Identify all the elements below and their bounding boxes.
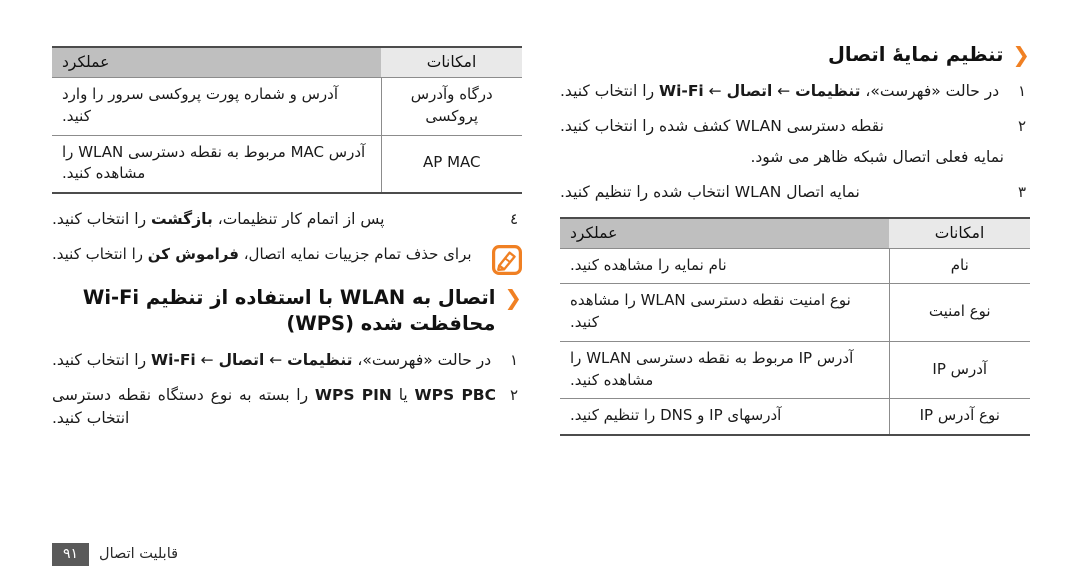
cell-function: نوع امنیت نقطه دسترسی WLAN را مشاهده کنی… <box>560 283 889 342</box>
step-item: ١ در حالت «فهرست»، تنظیمات ← اتصال ← Wi-… <box>560 80 1030 103</box>
step-number: ١ <box>1017 81 1027 100</box>
cell-function: آدرس MAC مربوط به نقطه دسترسی WLAN را مش… <box>52 135 381 194</box>
step-item: ٣ نمایه اتصال WLAN انتخاب شده را تنظیم ک… <box>560 181 1030 204</box>
chevron-left-icon: ❮ <box>504 286 522 311</box>
step-number: ٢ <box>509 385 519 404</box>
chevron-left-icon: ❮ <box>1012 43 1030 67</box>
left-column: امکانات عملکرد درگاه وآدرس پروکسی آدرس و… <box>52 42 522 442</box>
table-body: نام نام نمایه را مشاهده کنید. نوع امنیت … <box>560 248 1030 437</box>
step-text: در حالت «فهرست»، تنظیمات ← اتصال ← Wi-Fi… <box>560 81 1000 100</box>
step-number: ٤ <box>509 210 519 228</box>
page-number-badge: ٩١ <box>52 542 90 566</box>
step-item: ٤ پس از اتمام کار تنظیمات، بازگشت را انت… <box>52 208 522 231</box>
step-text: WPS PBC یا WPS PIN را بسته به نوع دستگاه… <box>52 385 496 428</box>
table-header-row: امکانات عملکرد <box>52 46 522 78</box>
cell-feature: نام <box>888 248 1030 285</box>
section-heading-text: تنظیم نمایهٔ اتصال <box>827 43 1004 66</box>
section-heading-wps: ❮ اتصال به WLAN با استفاده از تنظیم Wi-F… <box>52 285 522 336</box>
step-note-text: نمایه فعلی اتصال شبکه ظاهر می شود. <box>750 148 1004 167</box>
cell-feature: نوع امنیت <box>888 283 1030 342</box>
step-item: ١ در حالت «فهرست»، تنظیمات ← اتصال ← Wi-… <box>52 349 522 372</box>
table-row: نوع آدرس IP آدرسهای IP و DNS را تنظیم کن… <box>560 398 1030 437</box>
step-text: نقطه دسترسی WLAN کشف شده را انتخاب کنید. <box>560 116 884 135</box>
step-item: ٢ نقطه دسترسی WLAN کشف شده را انتخاب کنی… <box>560 115 1030 138</box>
cell-function: نام نمایه را مشاهده کنید. <box>560 248 889 285</box>
step-item: ٢ WPS PBC یا WPS PIN را بسته به نوع دستگ… <box>52 384 522 431</box>
footer-chapter-label: قابلیت اتصال <box>99 546 179 563</box>
table-header-row: امکانات عملکرد <box>560 216 1030 249</box>
right-column: ❮ تنظیم نمایهٔ اتصال ١ در حالت «فهرست»، … <box>560 42 1030 450</box>
table-header: امکانات عملکرد <box>52 46 522 78</box>
note-text: برای حذف تمام جزییات نمایه اتصال، فراموش… <box>52 245 472 264</box>
table-row: نام نام نمایه را مشاهده کنید. <box>560 248 1030 285</box>
step-text: در حالت «فهرست»، تنظیمات ← اتصال ← Wi-Fi… <box>52 350 492 369</box>
cell-feature: آدرس IP <box>888 341 1030 400</box>
table-body: درگاه وآدرس پروکسی آدرس و شماره پورت پرو… <box>52 77 522 194</box>
table-row: آدرس IP آدرس IP مربوط به نقطه دسترسی WLA… <box>560 341 1030 400</box>
cell-feature: نوع آدرس IP <box>888 398 1030 437</box>
cell-feature: درگاه وآدرس پروکسی <box>380 77 522 136</box>
section-heading-connection-profile: ❮ تنظیم نمایهٔ اتصال <box>560 42 1030 68</box>
column-header-feature: امکانات <box>381 46 522 78</box>
manual-page: ❮ تنظیم نمایهٔ اتصال ١ در حالت «فهرست»، … <box>0 0 1080 586</box>
step-text: نمایه اتصال WLAN انتخاب شده را تنظیم کنی… <box>560 183 860 202</box>
table-row: درگاه وآدرس پروکسی آدرس و شماره پورت پرو… <box>52 77 522 136</box>
table-row: نوع امنیت نوع امنیت نقطه دسترسی WLAN را … <box>560 283 1030 342</box>
cell-function: آدرس و شماره پورت پروکسی سرور را وارد کن… <box>52 77 381 136</box>
cell-function: آدرسهای IP و DNS را تنظیم کنید. <box>560 398 889 437</box>
note-pencil-icon <box>492 245 522 276</box>
column-header-function: عملکرد <box>560 216 889 249</box>
step-text: پس از اتمام کار تنظیمات، بازگشت را انتخا… <box>52 210 385 228</box>
column-header-feature: امکانات <box>889 216 1030 249</box>
page-footer: ٩١ قابلیت اتصال <box>52 542 179 566</box>
section-heading-text: اتصال به WLAN با استفاده از تنظیم Wi-Fi … <box>82 286 496 335</box>
connection-profile-table: امکانات عملکرد نام نام نمایه را مشاهده ک… <box>560 216 1030 437</box>
step-number: ١ <box>509 350 519 369</box>
step-number: ٢ <box>1017 116 1027 135</box>
step-number: ٣ <box>1017 183 1027 202</box>
cell-function: آدرس IP مربوط به نقطه دسترسی WLAN را مشا… <box>560 341 889 400</box>
cell-feature: AP MAC <box>380 135 522 194</box>
table-row: AP MAC آدرس MAC مربوط به نقطه دسترسی WLA… <box>52 135 522 194</box>
note-block: برای حذف تمام جزییات نمایه اتصال، فراموش… <box>52 243 522 276</box>
column-header-function: عملکرد <box>52 46 381 78</box>
connection-profile-table-continued: امکانات عملکرد درگاه وآدرس پروکسی آدرس و… <box>52 46 522 194</box>
table-header: امکانات عملکرد <box>560 216 1030 249</box>
